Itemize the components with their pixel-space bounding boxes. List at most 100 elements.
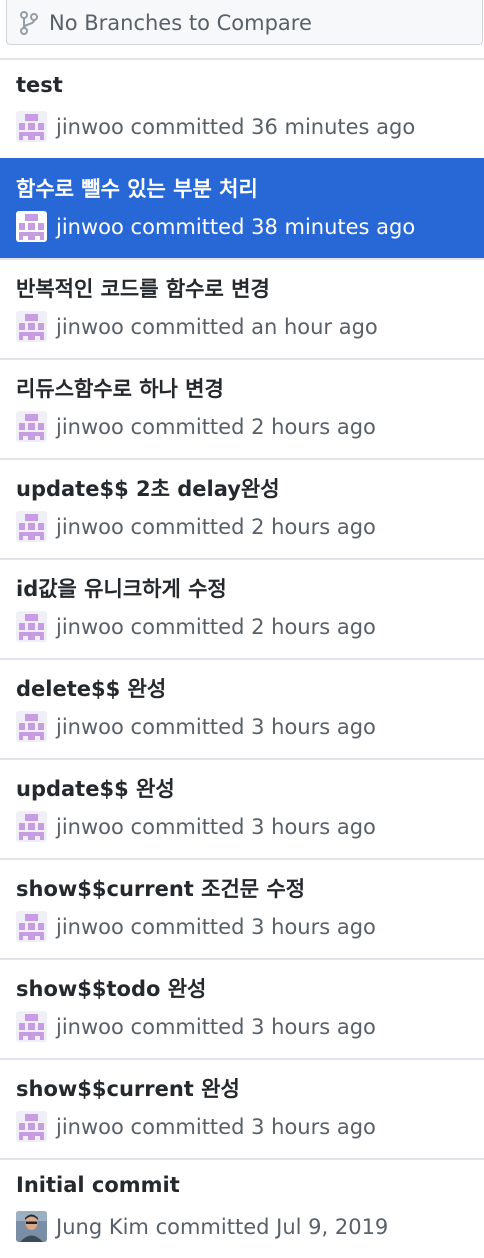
commit-author-time: jinwoo committed 2 hours ago [56,615,376,639]
commit-verb: committed [130,614,245,639]
commit-time: 3 hours ago [251,714,376,739]
identicon-avatar [16,411,47,442]
identicon-avatar [16,711,47,742]
commit-author-time: jinwoo committed 3 hours ago [56,1015,376,1039]
commit-row[interactable]: show$$current 완성 jinwoo committed 3 hours… [0,1058,484,1158]
commit-meta: Jung Kim committed Jul 9, 2019 [16,1211,388,1242]
commit-verb: committed [155,1214,270,1239]
identicon-avatar [16,211,47,242]
commit-time: 2 hours ago [251,514,376,539]
commit-row[interactable]: test jinwoo committed 36 minutes ago [0,58,484,158]
commit-time: 3 hours ago [251,1114,376,1139]
commit-summary: show$$current 조건문 수정 [16,877,306,901]
commit-author-time: jinwoo committed 3 hours ago [56,915,376,939]
commit-time: 2 hours ago [251,614,376,639]
commit-author-time: jinwoo committed 3 hours ago [56,815,376,839]
commit-author: jinwoo [56,514,124,539]
commit-meta: jinwoo committed 38 minutes ago [16,211,415,242]
commit-author: jinwoo [56,414,124,439]
commit-author-time: jinwoo committed 3 hours ago [56,715,376,739]
commit-time: 2 hours ago [251,414,376,439]
commit-time: 3 hours ago [251,814,376,839]
identicon-avatar [16,911,47,942]
commit-author-time: Jung Kim committed Jul 9, 2019 [56,1215,388,1239]
commit-row[interactable]: show$$current 조건문 수정 jinwoo committed 3 h… [0,858,484,958]
commit-summary: show$$current 완성 [16,1077,240,1101]
commit-time: 3 hours ago [251,1014,376,1039]
commit-summary: show$$todo 완성 [16,977,207,1001]
commit-author: Jung Kim [56,1214,149,1239]
commit-row[interactable]: 함수로 뺄수 있는 부분 처리 jinwoo committed 38 minut… [0,158,484,258]
identicon-avatar [16,311,47,342]
commit-author-time: jinwoo committed 3 hours ago [56,1115,376,1139]
commit-author: jinwoo [56,1014,124,1039]
commit-row[interactable]: update$$ 완성 jinwoo committed 3 hours ago [0,758,484,858]
commit-author: jinwoo [56,214,124,239]
compare-branch-button[interactable]: No Branches to Compare [6,0,483,45]
commit-verb: committed [130,514,245,539]
commit-verb: committed [130,914,245,939]
commit-summary: id값을 유니크하게 수정 [16,577,227,601]
commit-summary: update$$ 2초 delay완성 [16,477,280,501]
commit-meta: jinwoo committed 3 hours ago [16,711,376,742]
commit-time: 3 hours ago [251,914,376,939]
commit-author-time: jinwoo committed 36 minutes ago [56,115,415,139]
commit-author: jinwoo [56,914,124,939]
commit-verb: committed [130,1014,245,1039]
commit-summary: 리듀스함수로 하나 변경 [16,377,224,401]
compare-branch-label: No Branches to Compare [49,10,312,35]
commit-row[interactable]: show$$todo 완성 jinwoo committed 3 hours ag… [0,958,484,1058]
commit-row[interactable]: delete$$ 완성 jinwoo committed 3 hours ago [0,658,484,758]
commit-time: Jul 9, 2019 [276,1214,389,1239]
commit-meta: jinwoo committed 36 minutes ago [16,111,415,142]
commit-meta: jinwoo committed 2 hours ago [16,611,376,642]
commit-time: 38 minutes ago [251,214,416,239]
commit-history-panel: No Branches to Compare test jinwoo commit… [0,0,484,1258]
identicon-avatar [16,811,47,842]
commit-verb: committed [130,814,245,839]
commit-author: jinwoo [56,1114,124,1139]
identicon-avatar [16,511,47,542]
commit-list: test jinwoo committed 36 minutes ago 함수로 뺄… [0,58,484,1258]
identicon-avatar [16,1011,47,1042]
commit-author-time: jinwoo committed an hour ago [56,315,378,339]
commit-row[interactable]: id값을 유니크하게 수정 jinwoo committed 2 hours ag… [0,558,484,658]
commit-row[interactable]: update$$ 2초 delay완성 jinwoo committed 2 ho… [0,458,484,558]
commit-row[interactable]: 반복적인 코드를 함수로 변경 jinwoo committed an hour … [0,258,484,358]
commit-meta: jinwoo committed 3 hours ago [16,1011,376,1042]
commit-author: jinwoo [56,714,124,739]
commit-summary: delete$$ 완성 [16,677,167,701]
commit-summary: Initial commit [16,1173,180,1197]
identicon-avatar [16,611,47,642]
commit-row[interactable]: 리듀스함수로 하나 변경 jinwoo committed 2 hours ago [0,358,484,458]
commit-time: an hour ago [251,314,378,339]
identicon-avatar [16,1111,47,1142]
commit-author: jinwoo [56,114,124,139]
commit-author-time: jinwoo committed 2 hours ago [56,515,376,539]
commit-meta: jinwoo committed 2 hours ago [16,411,376,442]
commit-summary: test [16,73,63,97]
commit-author: jinwoo [56,814,124,839]
commit-meta: jinwoo committed 2 hours ago [16,511,376,542]
commit-summary: 반복적인 코드를 함수로 변경 [16,277,270,301]
commit-meta: jinwoo committed 3 hours ago [16,811,376,842]
commit-verb: committed [130,714,245,739]
commit-author: jinwoo [56,614,124,639]
commit-time: 36 minutes ago [251,114,416,139]
author-avatar-photo [16,1211,47,1242]
commit-author-time: jinwoo committed 2 hours ago [56,415,376,439]
commit-row[interactable]: Initial commit Jung Kim committed Jul 9, … [0,1158,484,1258]
commit-verb: committed [130,114,245,139]
commit-author-time: jinwoo committed 38 minutes ago [56,215,415,239]
commit-verb: committed [130,214,245,239]
commit-meta: jinwoo committed an hour ago [16,311,378,342]
commit-meta: jinwoo committed 3 hours ago [16,911,376,942]
identicon-avatar [16,111,47,142]
commit-summary: update$$ 완성 [16,777,175,801]
commit-verb: committed [130,414,245,439]
commit-summary: 함수로 뺄수 있는 부분 처리 [16,177,258,201]
commit-verb: committed [130,1114,245,1139]
commit-author: jinwoo [56,314,124,339]
commit-verb: committed [130,314,245,339]
commit-meta: jinwoo committed 3 hours ago [16,1111,376,1142]
